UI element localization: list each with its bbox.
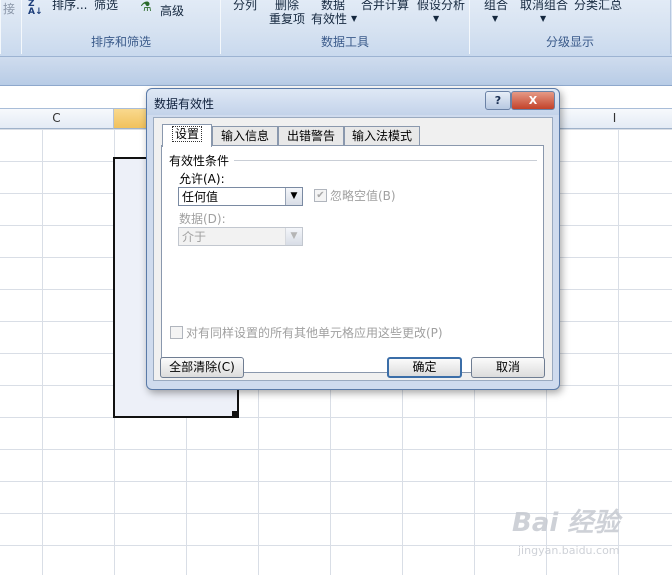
- tab-ime-mode-label: 输入法模式: [351, 129, 412, 143]
- tab-ime-mode[interactable]: 输入法模式: [344, 126, 420, 146]
- allow-label: 允许(A):: [179, 172, 225, 186]
- ribbon-group-outline: 组合 ▼ 取消组合 ▼ 分类汇总 分级显示: [469, 0, 671, 54]
- dialog-titlebar[interactable]: 数据有效性 ? X: [147, 89, 559, 115]
- help-icon: ?: [494, 94, 502, 107]
- dialog-title: 数据有效性: [154, 97, 215, 111]
- apply-all-label: 对有同样设置的所有其他单元格应用这些更改(P): [186, 326, 443, 340]
- ribbon-group-connections: 接: [0, 0, 22, 54]
- ribbon-group-sort-filter: Z A↓ 排序... 筛选 ⚗ 高级 排序和筛选: [21, 0, 221, 54]
- ignore-blank-checkbox[interactable]: ✔: [314, 189, 327, 202]
- section-title: 有效性条件: [169, 154, 230, 168]
- chevron-down-icon: ▼: [351, 14, 358, 23]
- ungroup-button[interactable]: 取消组合: [520, 0, 568, 13]
- fill-handle[interactable]: [232, 411, 237, 416]
- dialog-body: 设置 输入信息 出错警告 输入法模式 有效性条件 允许(A): 任何值 ▼ ✔ …: [153, 117, 553, 381]
- data-validation-dialog: 数据有效性 ? X 设置 输入信息 出错警告 输入法模式 有效性条件 允许(A)…: [146, 88, 560, 390]
- ok-button[interactable]: 确定: [387, 357, 462, 378]
- ribbon: 接 Z A↓ 排序... 筛选 ⚗ 高级 排序和筛选 分列 删除 重复项 数据 有…: [0, 0, 672, 57]
- advanced-filter-icon[interactable]: ⚗: [140, 0, 152, 15]
- watermark-main: Bai 经验: [512, 508, 620, 538]
- group-label-data-tools: 数据工具: [320, 35, 369, 49]
- ribbon-bottom-band: [0, 57, 672, 86]
- chevron-down-icon: ▼: [540, 14, 547, 23]
- tab-error-alert[interactable]: 出错警告: [278, 126, 344, 146]
- group-label-sort-filter: 排序和筛选: [90, 35, 151, 49]
- close-icon: X: [528, 94, 538, 107]
- tab-input-message[interactable]: 输入信息: [212, 126, 278, 146]
- check-icon: ✔: [316, 190, 325, 201]
- chevron-down-icon[interactable]: ▼: [285, 228, 302, 245]
- tab-error-alert-label: 出错警告: [286, 129, 335, 143]
- column-header-label: I: [612, 111, 617, 125]
- data-select-value: 介于: [182, 230, 207, 244]
- help-button[interactable]: ?: [485, 91, 511, 110]
- settings-panel: 有效性条件 允许(A): 任何值 ▼ ✔ 忽略空值(B) 数据(D): 介于 ▼…: [161, 145, 544, 373]
- subtotal-button[interactable]: 分类汇总: [574, 0, 622, 13]
- remove-duplicates-button-line2[interactable]: 重复项: [269, 10, 305, 27]
- cancel-button[interactable]: 取消: [471, 357, 545, 378]
- allow-select-value: 任何值: [182, 190, 219, 204]
- column-header-label: C: [52, 111, 61, 125]
- tab-settings[interactable]: 设置: [162, 124, 212, 147]
- filter-button[interactable]: 筛选: [94, 0, 118, 13]
- data-label: 数据(D):: [179, 212, 226, 226]
- apply-all-checkbox[interactable]: [170, 326, 183, 339]
- what-if-analysis-button[interactable]: 假设分析: [417, 0, 465, 13]
- cancel-label: 取消: [495, 360, 520, 374]
- chevron-down-icon[interactable]: ▼: [285, 188, 302, 205]
- consolidate-button[interactable]: 合并计算: [361, 0, 409, 13]
- column-header-c[interactable]: C: [0, 109, 114, 129]
- chevron-down-icon: ▼: [492, 14, 499, 23]
- sort-button[interactable]: 排序...: [52, 0, 87, 13]
- group-button[interactable]: 组合: [484, 0, 508, 13]
- tab-settings-label: 设置: [171, 126, 202, 142]
- ok-label: 确定: [412, 360, 437, 374]
- close-button[interactable]: X: [511, 91, 555, 110]
- watermark-logo: Bai 经验 jingyan.baidu.com: [512, 496, 662, 568]
- watermark-sub: jingyan.baidu.com: [518, 544, 620, 557]
- text-to-columns-button[interactable]: 分列: [233, 0, 257, 13]
- ribbon-group-data-tools: 分列 删除 重复项 数据 有效性 ▼ 合并计算 假设分析 ▼ 数据工具: [220, 0, 470, 54]
- clear-all-button[interactable]: 全部清除(C): [160, 357, 244, 378]
- column-header-i[interactable]: I: [557, 109, 672, 129]
- group-label-outline: 分级显示: [545, 35, 594, 49]
- tab-input-message-label: 输入信息: [220, 129, 269, 143]
- section-divider: [234, 160, 537, 161]
- chevron-down-icon: ▼: [433, 14, 440, 23]
- clear-all-label: 全部清除(C): [169, 360, 235, 374]
- sort-az-icon[interactable]: Z A↓: [28, 0, 43, 17]
- allow-select[interactable]: 任何值 ▼: [178, 187, 303, 206]
- data-select[interactable]: 介于 ▼: [178, 227, 303, 246]
- ribbon-connections-label: 接: [3, 2, 16, 16]
- ignore-blank-label: 忽略空值(B): [330, 189, 396, 203]
- data-validation-dropdown[interactable]: 有效性: [311, 10, 347, 27]
- advanced-filter-button[interactable]: 高级: [160, 2, 184, 19]
